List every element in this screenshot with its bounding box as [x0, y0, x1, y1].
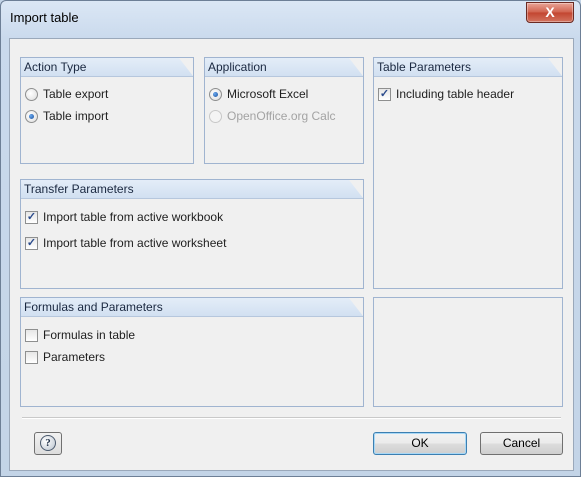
radio-disabled-icon: [209, 110, 222, 123]
import-active-worksheet-label: Import table from active worksheet: [43, 236, 227, 250]
close-button[interactable]: X: [526, 2, 574, 23]
checkbox-unchecked-icon[interactable]: [25, 329, 38, 342]
action-type-header: Action Type: [21, 58, 193, 77]
parameters-label: Parameters: [43, 350, 106, 364]
import-active-workbook-label: Import table from active workbook: [43, 210, 224, 224]
radio-icon[interactable]: [25, 88, 38, 101]
transfer-parameters-title: Transfer Parameters: [24, 182, 134, 196]
formulas-in-table-label: Formulas in table: [43, 328, 136, 342]
checkbox-checked-icon[interactable]: ✓: [378, 88, 391, 101]
including-table-header-label: Including table header: [396, 87, 515, 101]
transfer-parameters-group: Transfer Parameters ✓ Import table from …: [20, 179, 364, 289]
transfer-parameters-header: Transfer Parameters: [21, 180, 363, 199]
radio-selected-icon[interactable]: [209, 88, 222, 101]
close-icon: X: [545, 4, 555, 20]
openoffice-calc-label: OpenOffice.org Calc: [227, 109, 336, 123]
ok-button[interactable]: OK: [373, 432, 467, 455]
formulas-parameters-group: Formulas and Parameters Formulas in tabl…: [20, 297, 364, 407]
table-export-label: Table export: [43, 87, 109, 101]
action-type-group: Action Type Table export Table import: [20, 57, 194, 164]
checkbox-checked-icon[interactable]: ✓: [25, 211, 38, 224]
dialog-client-area: Action Type Table export Table import Ap…: [9, 38, 574, 471]
dialog-window: Import table X Action Type Table export …: [0, 0, 581, 477]
application-header: Application: [205, 58, 363, 77]
formulas-parameters-header: Formulas and Parameters: [21, 298, 363, 317]
table-parameters-header: Table Parameters: [374, 58, 562, 77]
table-import-label: Table import: [43, 109, 109, 123]
radio-selected-icon[interactable]: [25, 110, 38, 123]
application-title: Application: [208, 60, 267, 74]
table-parameters-title: Table Parameters: [377, 60, 472, 74]
formulas-parameters-title: Formulas and Parameters: [24, 300, 163, 314]
separator-line: [22, 417, 561, 419]
help-icon: ?: [40, 435, 56, 451]
application-group: Application Microsoft Excel OpenOffice.o…: [204, 57, 364, 164]
cancel-button[interactable]: Cancel: [480, 432, 563, 455]
title-bar[interactable]: Import table X: [1, 1, 580, 35]
table-parameters-group: Table Parameters ✓ Including table heade…: [373, 57, 563, 289]
checkbox-checked-icon[interactable]: ✓: [25, 237, 38, 250]
help-button[interactable]: ?: [34, 432, 62, 455]
checkbox-unchecked-icon[interactable]: [25, 351, 38, 364]
window-title: Import table: [10, 10, 79, 25]
microsoft-excel-label: Microsoft Excel: [227, 87, 309, 101]
action-type-title: Action Type: [24, 60, 87, 74]
empty-panel: [373, 297, 563, 407]
